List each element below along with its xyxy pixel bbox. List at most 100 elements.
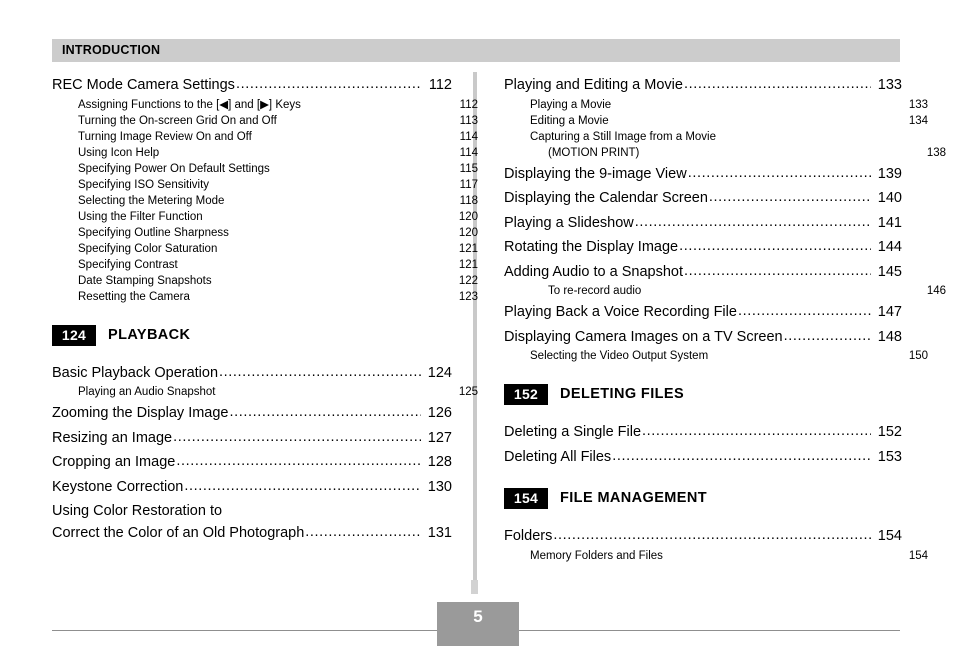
toc-leader-dots <box>679 236 871 258</box>
toc-page-number: 123 <box>458 290 478 303</box>
toc-entry[interactable]: Specifying Power On Default Settings 115 <box>52 161 478 177</box>
toc-entry[interactable]: Assigning Functions to the [◀] and [▶] K… <box>52 97 478 113</box>
toc-page-number: 133 <box>908 98 928 111</box>
toc-page-number: 118 <box>459 194 478 207</box>
toc-entry-label: Capturing a Still Image from a Movie <box>530 130 716 143</box>
toc-entry[interactable]: Resetting the Camera 123 <box>52 289 478 305</box>
section-title: FILE MANAGEMENT <box>560 490 707 506</box>
toc-page-number: 141 <box>877 214 902 231</box>
section-page-badge: 124 <box>52 324 96 346</box>
toc-entry[interactable]: Selecting the Metering Mode 118 <box>52 193 478 209</box>
toc-entry[interactable]: Deleting a Single File 152 <box>504 422 902 444</box>
toc-entry-label: Adding Audio to a Snapshot <box>504 263 683 280</box>
toc-entry[interactable]: Turning the On-screen Grid On and Off 113 <box>52 113 478 129</box>
toc-entry[interactable]: Keystone Correction 130 <box>52 477 452 499</box>
toc-leader-dots <box>684 261 871 283</box>
toc-entry-label: Selecting the Video Output System <box>530 350 709 362</box>
toc-entry[interactable]: Resizing an Image 127 <box>52 428 452 450</box>
toc-entry-label: Using Icon Help <box>78 146 160 159</box>
toc-page-number: 133 <box>877 77 902 93</box>
toc-page-number: 113 <box>459 114 478 127</box>
toc-page-number: 147 <box>877 304 902 320</box>
toc-entry-label: Resizing an Image <box>52 429 173 446</box>
toc-entry-label: Using the Filter Function <box>78 210 203 223</box>
toc-entry[interactable]: Displaying the 9-image View 139 <box>504 164 902 186</box>
toc-leader-dots <box>219 362 421 384</box>
toc-page-number: 114 <box>459 130 478 143</box>
toc-leader-dots <box>635 212 871 234</box>
toc-page-number: 134 <box>908 114 928 127</box>
toc-page-number: 145 <box>877 263 902 280</box>
toc-page-number: 154 <box>908 549 928 562</box>
toc-entry[interactable]: Displaying Camera Images on a TV Screen 1… <box>504 327 902 349</box>
toc-page-number: 120 <box>458 210 478 223</box>
toc-entry[interactable]: Adding Audio to a Snapshot 145 <box>504 262 902 284</box>
page-number-box: 5 <box>437 602 519 646</box>
toc-page-number: 148 <box>877 328 902 345</box>
toc-entry-label: Cropping an Image <box>52 454 176 470</box>
section-heading: 152 DELETING FILES <box>504 384 902 406</box>
toc-entry[interactable]: To re-record audio 146 <box>504 283 946 299</box>
toc-entry[interactable]: Date Stamping Snapshots 122 <box>52 273 478 289</box>
toc-entry-label: Specifying Color Saturation <box>78 242 218 255</box>
section-title: PLAYBACK <box>108 326 191 343</box>
toc-entry[interactable]: Selecting the Video Output System 150 <box>504 348 928 364</box>
toc-leader-dots <box>305 522 421 544</box>
toc-entry[interactable]: Using the Filter Function 120 <box>52 209 478 225</box>
toc-page-number: 112 <box>459 98 478 111</box>
toc-entry[interactable]: Specifying Color Saturation 121 <box>52 241 478 257</box>
toc-page-number: 139 <box>877 165 902 182</box>
toc-entry-line2: Correct the Color of an Old Photograph 13… <box>52 523 452 545</box>
toc-entry[interactable]: Zooming the Display Image 126 <box>52 403 452 425</box>
toc-entry[interactable]: Playing a Movie 133 <box>504 97 928 113</box>
toc-leader-dots <box>684 74 871 96</box>
toc-entry[interactable]: Turning Image Review On and Off 114 <box>52 129 478 145</box>
toc-entry[interactable]: REC Mode Camera Settings 112 <box>52 75 452 97</box>
toc-entry[interactable]: Displaying the Calendar Screen 140 <box>504 188 902 210</box>
toc-entry-label: Specifying Outline Sharpness <box>78 226 229 239</box>
toc-leader-dots <box>688 163 871 185</box>
toc-leader-dots <box>738 301 871 323</box>
toc-page-number: 146 <box>926 285 946 297</box>
toc-page-number: 121 <box>458 242 478 255</box>
toc-page-number: 128 <box>427 454 452 470</box>
toc-entry[interactable]: Using Color Restoration to Correct the Co… <box>52 501 452 544</box>
toc-page-number: 120 <box>458 226 478 239</box>
toc-entry[interactable]: Capturing a Still Image from a Movie <box>504 129 928 145</box>
toc-entry[interactable]: Specifying Contrast 121 <box>52 257 478 273</box>
toc-entry-label: Displaying the Calendar Screen <box>504 190 708 206</box>
toc-entry-label: Specifying ISO Sensitivity <box>78 178 210 191</box>
toc-entry-label: Specifying Power On Default Settings <box>78 162 270 175</box>
toc-entry[interactable]: Specifying Outline Sharpness 120 <box>52 225 478 241</box>
toc-entry[interactable]: Playing a Slideshow 141 <box>504 213 902 235</box>
toc-leader-dots <box>784 326 871 348</box>
toc-column-left: REC Mode Camera Settings 112 Assigning Fun… <box>52 72 478 544</box>
toc-entry[interactable]: (MOTION PRINT) 138 <box>504 145 946 161</box>
toc-leader-dots <box>709 187 871 209</box>
toc-entry-label: Using Color Restoration to <box>52 503 223 519</box>
toc-entry[interactable]: Deleting All Files 153 <box>504 447 902 469</box>
toc-entry-label: To re-record audio <box>548 285 642 297</box>
toc-entry-label: Playing a Movie <box>530 98 612 111</box>
toc-leader-dots <box>176 451 421 473</box>
toc-entry-label: REC Mode Camera Settings <box>52 77 235 93</box>
toc-entry-label: Specifying Contrast <box>78 258 178 271</box>
toc-page-number: 153 <box>877 448 902 465</box>
toc-entry[interactable]: Cropping an Image 128 <box>52 452 452 474</box>
toc-entry[interactable]: Specifying ISO Sensitivity 117 <box>52 177 478 193</box>
toc-entry[interactable]: Rotating the Display Image 144 <box>504 237 902 259</box>
toc-entry[interactable]: Basic Playback Operation 124 <box>52 363 452 385</box>
toc-entry[interactable]: Playing an Audio Snapshot 125 <box>52 384 478 400</box>
toc-entry[interactable]: Using Icon Help 114 <box>52 145 478 161</box>
toc-entry[interactable]: Editing a Movie 134 <box>504 113 928 129</box>
toc-entry-label: Selecting the Metering Mode <box>78 194 225 207</box>
toc-entry[interactable]: Playing Back a Voice Recording File 147 <box>504 302 902 324</box>
toc-leader-dots <box>173 427 421 449</box>
toc-leader-dots <box>612 446 871 468</box>
toc-page-number: 125 <box>458 386 478 398</box>
toc-entry[interactable]: Memory Folders and Files 154 <box>504 548 928 564</box>
toc-entry[interactable]: Folders 154 <box>504 526 902 548</box>
toc-entry-label: Turning Image Review On and Off <box>78 130 252 143</box>
toc-entry-label: Resetting the Camera <box>78 290 190 303</box>
toc-entry[interactable]: Playing and Editing a Movie 133 <box>504 75 902 97</box>
